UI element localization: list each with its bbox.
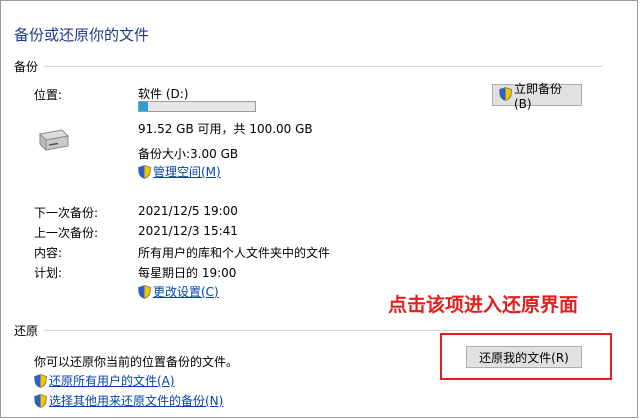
next-backup-label: 下一次备份:: [34, 206, 99, 220]
schedule-value: 每星期日的 19:00: [138, 266, 237, 280]
manage-space-link[interactable]: 管理空间(M): [138, 163, 221, 182]
location-label: 位置:: [34, 88, 63, 102]
select-other-backup-link-text[interactable]: 选择其他用来还原文件的备份(N): [49, 394, 223, 408]
hard-drive-icon: [36, 128, 70, 157]
annotation-text: 点击该项进入还原界面: [388, 294, 579, 316]
last-backup-value: 2021/12/3 15:41: [138, 224, 238, 238]
drive-usage-fill: [139, 102, 149, 111]
backup-section-heading: 备份: [14, 60, 39, 74]
drive-usage-bar: [138, 101, 256, 112]
select-other-backup-link[interactable]: 选择其他用来还原文件的备份(N): [34, 392, 223, 411]
uac-shield-icon: [34, 394, 47, 411]
contents-label: 内容:: [34, 246, 63, 260]
uac-shield-icon: [138, 165, 151, 182]
restore-all-users-link-text[interactable]: 还原所有用户的文件(A): [49, 374, 175, 388]
change-settings-link-text[interactable]: 更改设置(C): [153, 285, 219, 299]
drive-name: 软件 (D:): [138, 87, 189, 101]
restore-description: 你可以还原你当前的位置备份的文件。: [34, 355, 239, 369]
restore-my-files-button[interactable]: 还原我的文件(R): [466, 346, 582, 368]
backup-now-label: 立即备份(B): [514, 81, 563, 111]
contents-value: 所有用户的库和个人文件夹中的文件: [138, 246, 331, 260]
drive-space-text: 91.52 GB 可用，共 100.00 GB: [138, 122, 313, 136]
uac-shield-icon: [499, 86, 512, 104]
uac-shield-icon: [34, 374, 47, 391]
uac-shield-icon: [138, 285, 151, 302]
change-settings-link[interactable]: 更改设置(C): [138, 283, 219, 302]
backup-now-button[interactable]: 立即备份(B): [492, 82, 582, 111]
restore-my-files-label: 还原我的文件(R): [479, 350, 569, 365]
backup-section-divider: [44, 66, 602, 67]
page-title: 备份或还原你的文件: [14, 26, 150, 44]
restore-all-users-link[interactable]: 还原所有用户的文件(A): [34, 372, 175, 391]
schedule-label: 计划:: [34, 266, 63, 280]
backup-size-text: 备份大小:3.00 GB: [138, 147, 239, 161]
manage-space-link-text[interactable]: 管理空间(M): [153, 165, 221, 179]
last-backup-label: 上一次备份:: [34, 226, 99, 240]
restore-section-divider: [44, 330, 602, 331]
restore-section-heading: 还原: [14, 324, 39, 338]
next-backup-value: 2021/12/5 19:00: [138, 204, 238, 218]
